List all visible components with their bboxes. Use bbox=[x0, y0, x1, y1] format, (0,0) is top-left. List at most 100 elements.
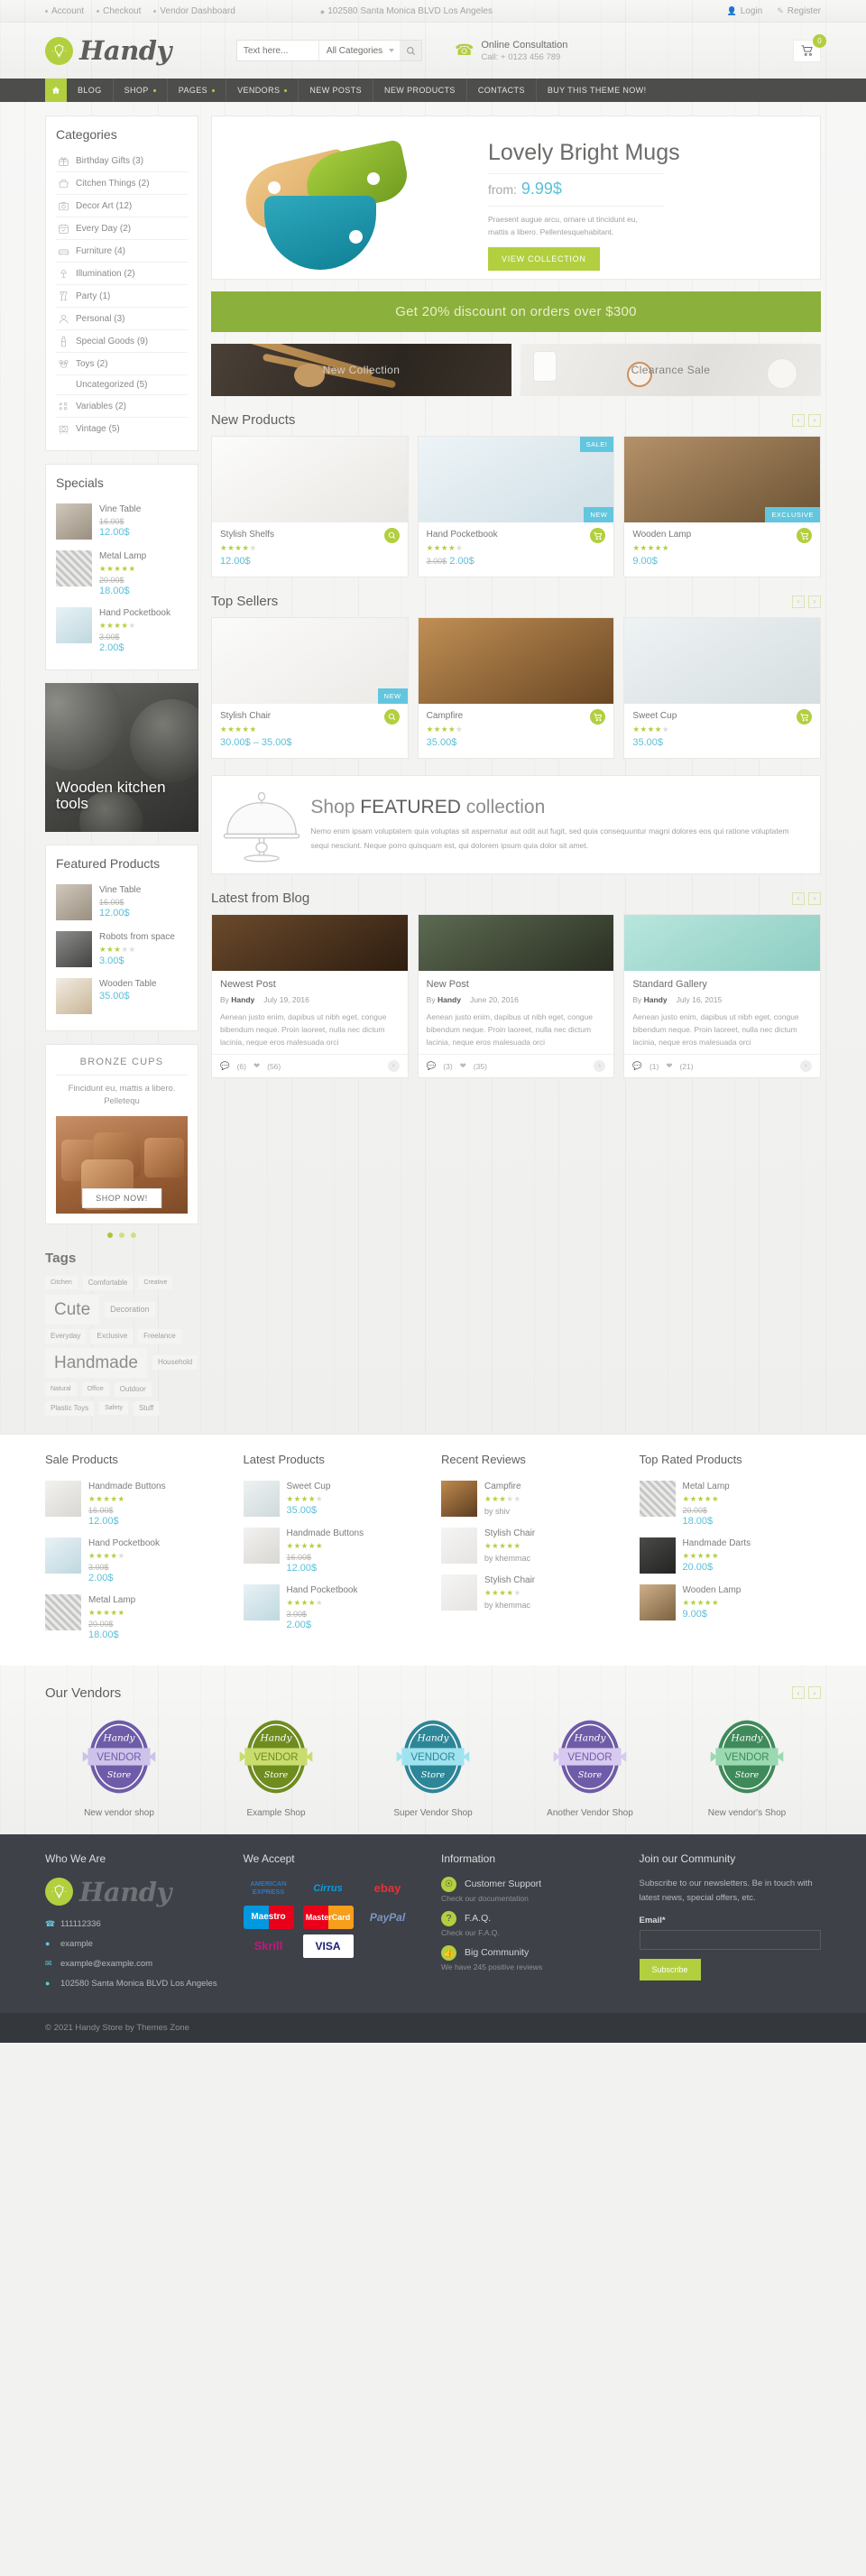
category-item-1[interactable]: Citchen Things (2) bbox=[56, 172, 188, 195]
nav-home-button[interactable] bbox=[45, 78, 67, 102]
product-row[interactable]: Stylish Chair ★★★★★ by khemmac bbox=[441, 1522, 623, 1569]
product-card[interactable]: EXCLUSIVE Wooden Lamp ★★★★★ 9.00$ bbox=[623, 436, 822, 577]
product-row[interactable]: Handmade Buttons ★★★★★ 16.00$ 12.00$ bbox=[243, 1522, 426, 1579]
product-row[interactable]: Robots from space ★★★★★ 3.00$ bbox=[56, 926, 188, 973]
tag-item[interactable]: Household bbox=[152, 1355, 198, 1371]
product-card[interactable]: SALE! NEW Hand Pocketbook ★★★★★ 3.00$ 2.0… bbox=[417, 436, 615, 577]
cart-widget[interactable]: 0 bbox=[793, 33, 826, 62]
dot-2[interactable] bbox=[119, 1232, 124, 1238]
product-row[interactable]: Vine Table 16.00$ 12.00$ bbox=[56, 879, 188, 926]
product-row[interactable]: Sweet Cup ★★★★★ 35.00$ bbox=[243, 1475, 426, 1522]
footer-info-item[interactable]: ? F.A.Q. bbox=[441, 1910, 623, 1926]
category-item-2[interactable]: Decor Art (12) bbox=[56, 195, 188, 217]
product-row[interactable]: Handmade Buttons ★★★★★ 16.00$ 12.00$ bbox=[45, 1475, 227, 1532]
tag-item[interactable]: Outdoor bbox=[114, 1381, 152, 1397]
add-to-cart-button[interactable] bbox=[590, 528, 606, 543]
footer-info-item[interactable]: 👍 Big Community bbox=[441, 1944, 623, 1961]
vendor-cell[interactable]: Handy VENDOR Store Super Vendor Shop bbox=[359, 1713, 507, 1818]
topbar-link-account[interactable]: Account bbox=[45, 6, 84, 16]
category-item-4[interactable]: Furniture (4) bbox=[56, 240, 188, 263]
product-row[interactable]: Hand Pocketbook ★★★★★ 3.00$ 2.00$ bbox=[45, 1532, 227, 1589]
blog-read-more-icon[interactable]: › bbox=[594, 1060, 606, 1073]
product-row[interactable]: Metal Lamp ★★★★★ 20.00$ 18.00$ bbox=[56, 545, 188, 602]
promo-clearance-sale[interactable]: Clearance Sale bbox=[521, 344, 821, 396]
product-card[interactable]: Campfire ★★★★★ 35.00$ bbox=[417, 617, 615, 759]
kitchen-tools-promo[interactable]: Wooden kitchen tools bbox=[45, 683, 198, 832]
category-item-8[interactable]: Special Goods (9) bbox=[56, 330, 188, 353]
category-item-11[interactable]: Variables (2) bbox=[56, 395, 188, 418]
tag-item[interactable]: Safety bbox=[99, 1401, 128, 1416]
vendor-cell[interactable]: Handy VENDOR Store New vendor shop bbox=[45, 1713, 193, 1818]
bronze-cups-banner[interactable]: BRONZE CUPS Fincidunt eu, mattis a liber… bbox=[45, 1044, 198, 1224]
tag-item[interactable]: Everyday bbox=[45, 1328, 87, 1343]
next-arrow-icon[interactable]: › bbox=[808, 1686, 821, 1700]
add-to-cart-button[interactable] bbox=[797, 528, 813, 543]
nav-item-shop[interactable]: SHOP bbox=[114, 78, 168, 102]
tag-item[interactable]: Cute bbox=[45, 1294, 100, 1325]
product-row[interactable]: Metal Lamp ★★★★★ 20.00$ 18.00$ bbox=[45, 1589, 227, 1646]
category-item-5[interactable]: Illumination (2) bbox=[56, 263, 188, 285]
nav-item-new-posts[interactable]: NEW POSTS bbox=[299, 78, 373, 102]
nav-item-blog[interactable]: BLOG bbox=[67, 78, 114, 102]
topbar-link-checkout[interactable]: Checkout bbox=[97, 6, 141, 16]
product-card[interactable]: NEW Stylish Chair ★★★★★ 30.00$ – 35.00$ bbox=[211, 617, 409, 759]
category-item-12[interactable]: Vintage (5) bbox=[56, 418, 188, 439]
featured-collection-banner[interactable]: Shop FEATURED collection Nemo enim ipsam… bbox=[211, 775, 821, 874]
blog-read-more-icon[interactable]: › bbox=[387, 1060, 400, 1073]
nav-item-new-products[interactable]: NEW PRODUCTS bbox=[373, 78, 467, 102]
product-row[interactable]: Stylish Chair ★★★★★ by khemmac bbox=[441, 1569, 623, 1616]
product-row[interactable]: Hand Pocketbook ★★★★★ 3.00$ 2.00$ bbox=[243, 1579, 426, 1636]
bronze-shop-now-button[interactable]: SHOP NOW! bbox=[82, 1187, 161, 1208]
tag-item[interactable]: Handmade bbox=[45, 1347, 147, 1378]
product-card[interactable]: Stylish Shelfs ★★★★★ 12.00$ bbox=[211, 436, 409, 577]
prev-arrow-icon[interactable]: ‹ bbox=[792, 1686, 805, 1700]
vendor-cell[interactable]: Handy VENDOR Store Example Shop bbox=[202, 1713, 350, 1818]
add-to-cart-button[interactable] bbox=[590, 709, 606, 725]
view-collection-button[interactable]: VIEW COLLECTION bbox=[488, 247, 600, 272]
prev-arrow-icon[interactable]: ‹ bbox=[792, 891, 805, 905]
category-item-9[interactable]: Toys (2) bbox=[56, 353, 188, 375]
category-item-3[interactable]: Every Day (2) bbox=[56, 217, 188, 240]
blog-card[interactable]: New Post By Handy June 20, 2016 Aenean ju… bbox=[417, 914, 615, 1079]
search-bar[interactable]: All Categories bbox=[235, 40, 423, 61]
product-card[interactable]: Sweet Cup ★★★★★ 35.00$ bbox=[623, 617, 822, 759]
category-item-10[interactable]: Uncategorized (5) bbox=[56, 375, 188, 395]
footer-info-item[interactable]: ☉ Customer Support bbox=[441, 1876, 623, 1892]
product-row[interactable]: Vine Table 16.00$ 12.00$ bbox=[56, 498, 188, 545]
category-item-6[interactable]: Party (1) bbox=[56, 285, 188, 308]
tag-item[interactable]: Natural bbox=[45, 1382, 77, 1397]
promo-new-collection[interactable]: New Collection bbox=[211, 344, 511, 396]
tag-item[interactable]: Creative bbox=[138, 1276, 173, 1290]
category-item-0[interactable]: Birthday Gifts (3) bbox=[56, 150, 188, 172]
product-row[interactable]: Wooden Table 35.00$ bbox=[56, 973, 188, 1020]
product-row[interactable]: Wooden Lamp ★★★★★ 9.00$ bbox=[639, 1579, 822, 1626]
tag-item[interactable]: Stuff bbox=[133, 1400, 160, 1416]
quick-view-button[interactable] bbox=[383, 709, 400, 725]
tag-item[interactable]: Exclusive bbox=[91, 1328, 134, 1343]
next-arrow-icon[interactable]: › bbox=[808, 891, 821, 905]
subscribe-button[interactable]: Subscribe bbox=[639, 1958, 701, 1980]
prev-arrow-icon[interactable]: ‹ bbox=[792, 595, 805, 608]
vendor-cell[interactable]: Handy VENDOR Store Another Vendor Shop bbox=[516, 1713, 664, 1818]
search-input[interactable] bbox=[236, 41, 318, 60]
register-link[interactable]: ✎ Register bbox=[777, 6, 821, 16]
topbar-link-vendor-dashboard[interactable]: Vendor Dashboard bbox=[153, 6, 235, 16]
blog-card[interactable]: Newest Post By Handy July 19, 2016 Aenean… bbox=[211, 914, 409, 1079]
tag-item[interactable]: Office bbox=[81, 1382, 109, 1397]
tag-item[interactable]: Citchen bbox=[45, 1276, 78, 1290]
tag-item[interactable]: Decoration bbox=[105, 1301, 155, 1317]
nav-item-contacts[interactable]: CONTACTS bbox=[467, 78, 537, 102]
add-to-cart-button[interactable] bbox=[797, 709, 813, 725]
tag-item[interactable]: Comfortable bbox=[82, 1275, 134, 1290]
site-logo[interactable]: Handy bbox=[45, 35, 171, 66]
product-row[interactable]: Handmade Darts ★★★★★ 20.00$ bbox=[639, 1532, 822, 1579]
quick-view-button[interactable] bbox=[383, 528, 400, 543]
nav-item-buy-theme[interactable]: BUY THIS THEME NOW! bbox=[537, 78, 658, 102]
blog-card[interactable]: Standard Gallery By Handy July 16, 2015 A… bbox=[623, 914, 822, 1079]
blog-read-more-icon[interactable]: › bbox=[800, 1060, 813, 1073]
discount-banner[interactable]: Get 20% discount on orders over $300 bbox=[211, 291, 821, 332]
tag-item[interactable]: Plastic Toys bbox=[45, 1400, 95, 1416]
prev-arrow-icon[interactable]: ‹ bbox=[792, 413, 805, 427]
next-arrow-icon[interactable]: › bbox=[808, 595, 821, 608]
login-link[interactable]: 👤 Login bbox=[727, 6, 763, 16]
